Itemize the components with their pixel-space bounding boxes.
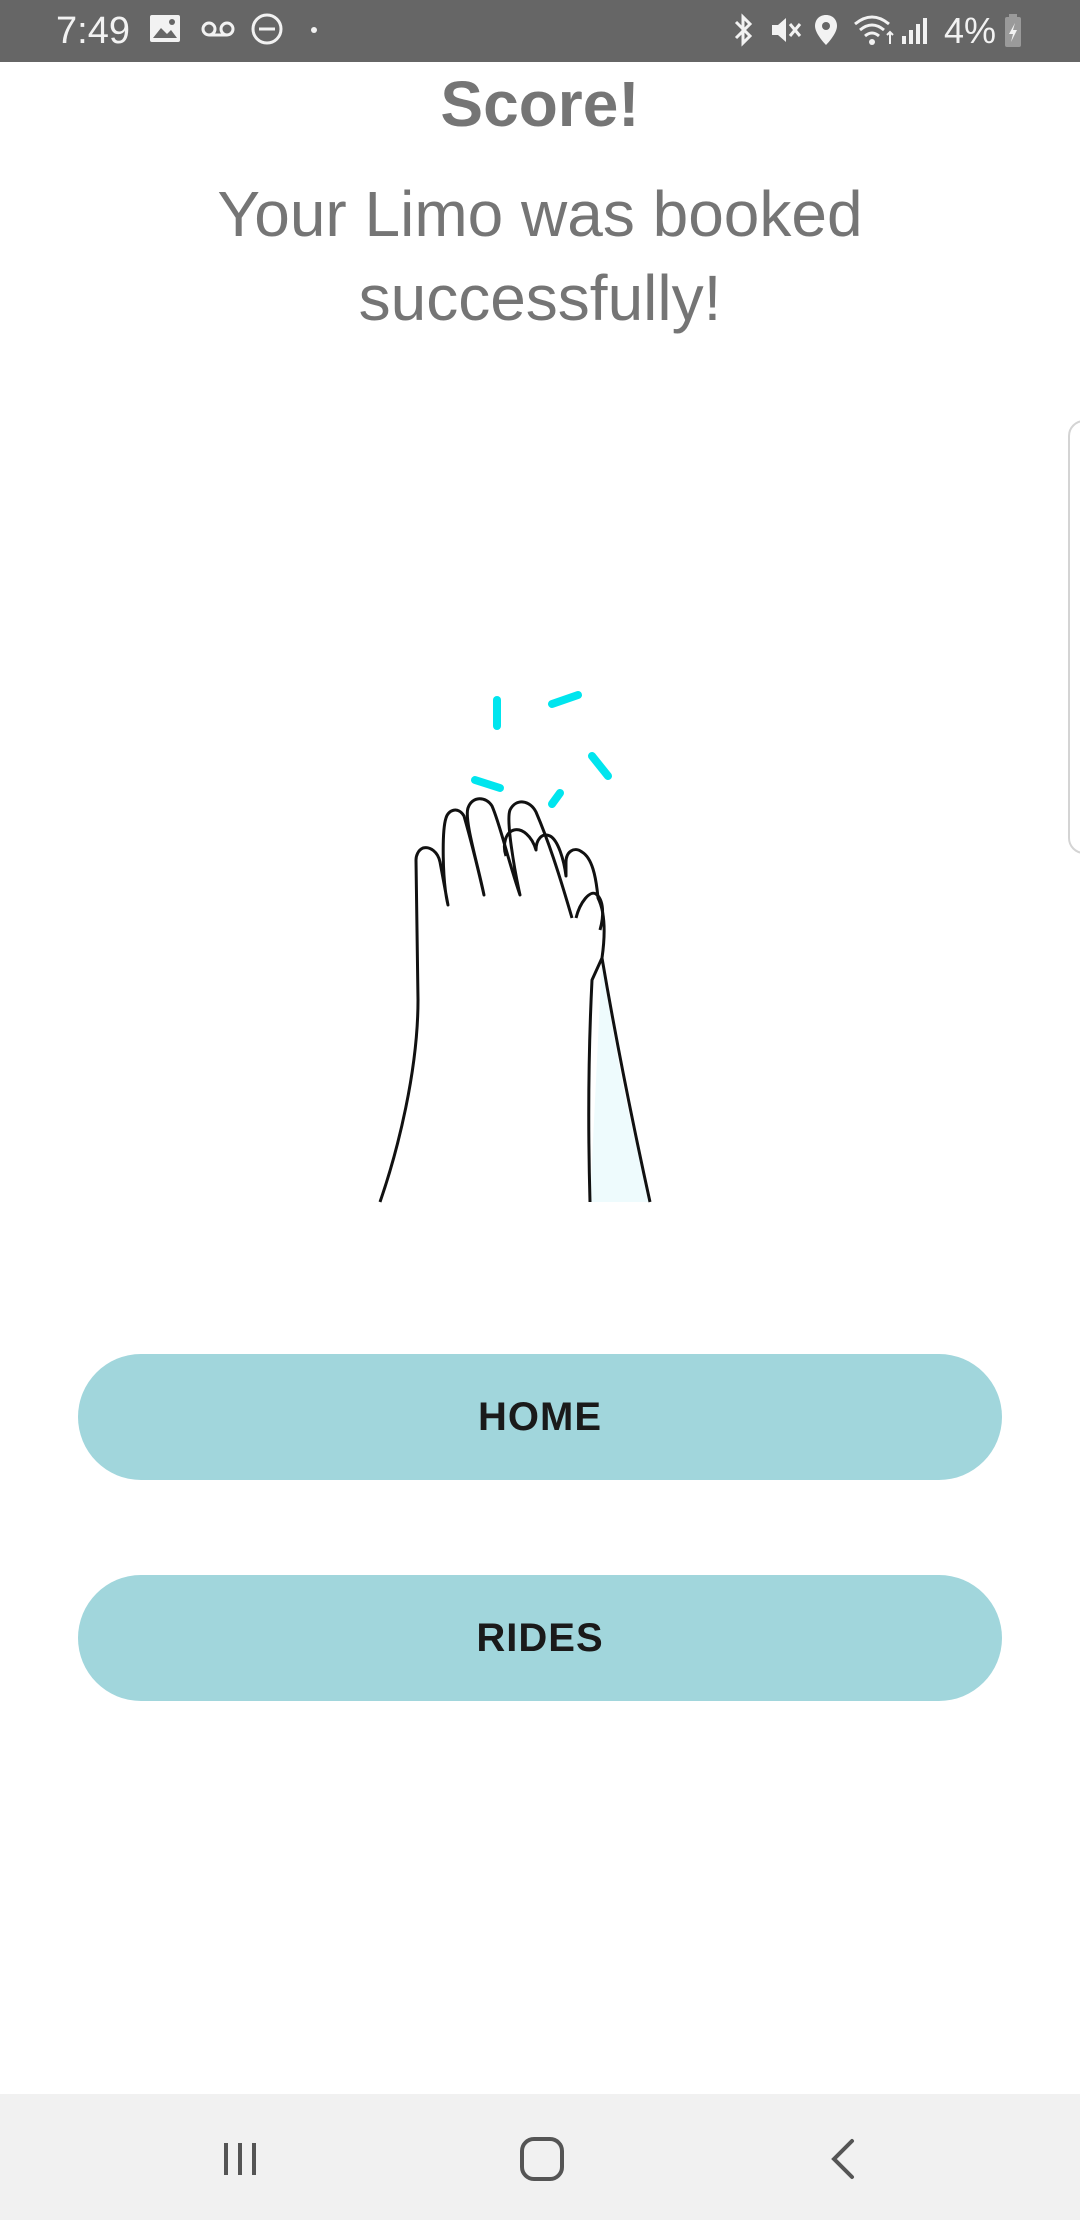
home-nav-button[interactable]	[502, 2124, 582, 2194]
status-bar: 7:49 4%	[0, 0, 1080, 62]
status-time: 7:49	[56, 10, 130, 52]
image-icon	[150, 15, 180, 42]
dot-icon	[311, 27, 317, 33]
mute-icon	[772, 18, 802, 42]
success-message: Your Limo was booked successfully!	[217, 178, 863, 334]
battery-percent: 4%	[944, 10, 997, 51]
location-icon	[815, 15, 837, 45]
high-five-icon	[378, 691, 652, 1203]
edge-panel-handle[interactable]	[1068, 420, 1080, 854]
home-button[interactable]: HOME	[78, 1354, 1002, 1480]
recent-apps-button[interactable]	[200, 2124, 280, 2194]
back-icon	[831, 2139, 854, 2179]
wifi-icon	[854, 15, 894, 45]
battery-charging-icon	[1005, 14, 1021, 47]
back-button[interactable]	[804, 2124, 884, 2194]
recent-apps-icon	[224, 2143, 256, 2175]
bluetooth-icon	[734, 13, 753, 47]
page-title: Score!	[440, 68, 640, 140]
do-not-disturb-icon	[251, 13, 283, 45]
home-icon	[520, 2137, 564, 2181]
signal-icon	[902, 18, 927, 44]
voicemail-icon	[201, 21, 235, 37]
navigation-bar	[0, 2094, 1080, 2220]
rides-button[interactable]: RIDES	[78, 1575, 1002, 1701]
sparkle-icon	[471, 691, 612, 808]
